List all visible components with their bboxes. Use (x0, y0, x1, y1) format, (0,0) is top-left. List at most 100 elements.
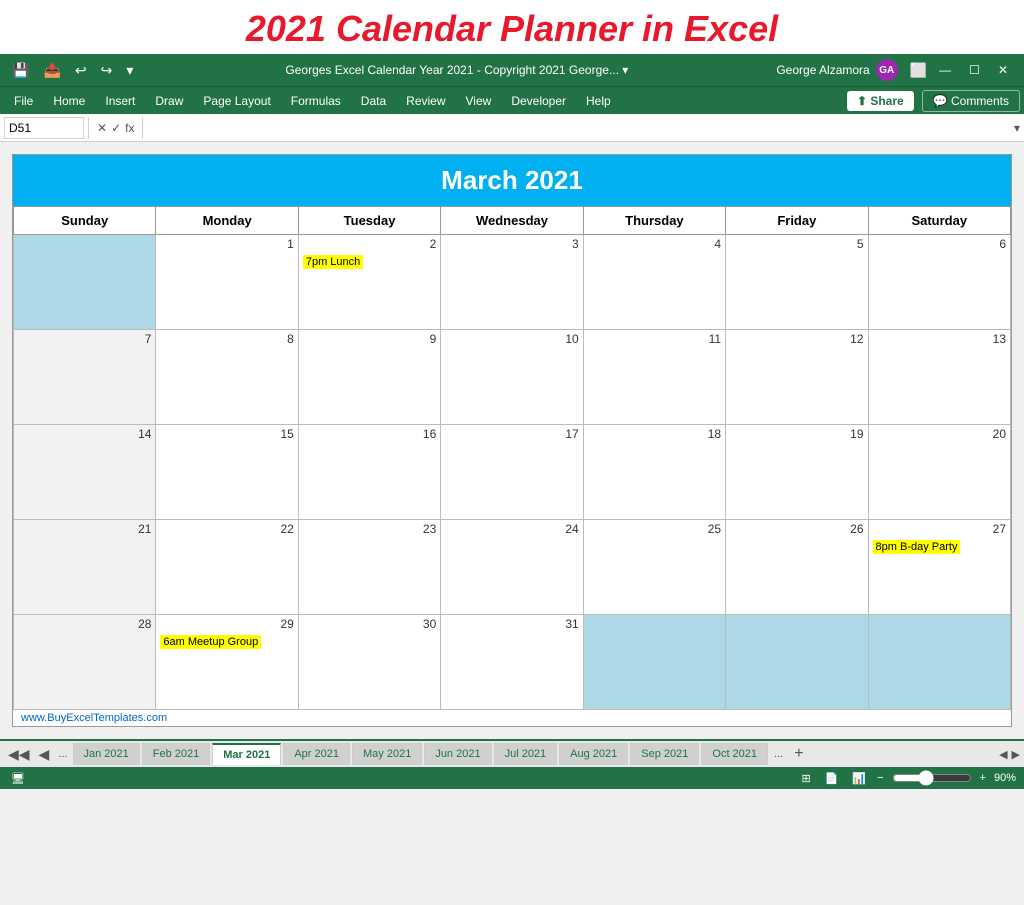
header-saturday: Saturday (868, 207, 1010, 235)
calendar-cell[interactable]: 30 (298, 615, 440, 710)
formula-cancel-icon[interactable]: ✕ (97, 121, 107, 135)
calendar-cell[interactable]: 26 (726, 520, 868, 615)
sheet-tab-sep-2021[interactable]: Sep 2021 (630, 743, 699, 765)
calendar-cell[interactable]: 28 (14, 615, 156, 710)
sheet-tab-jun-2021[interactable]: Jun 2021 (424, 743, 491, 765)
calendar-cell[interactable] (868, 615, 1010, 710)
formula-input[interactable] (147, 117, 1014, 139)
excel-menubar: File Home Insert Draw Page Layout Formul… (0, 86, 1024, 114)
maximize-button[interactable]: ☐ (961, 61, 988, 79)
menu-home[interactable]: Home (43, 90, 95, 112)
cell-reference-input[interactable] (4, 117, 84, 139)
calendar-cell[interactable]: 23 (298, 520, 440, 615)
calendar-cell[interactable]: 18 (583, 425, 725, 520)
menu-file[interactable]: File (4, 90, 43, 112)
calendar-cell[interactable] (583, 615, 725, 710)
calendar-cell[interactable]: 296am Meetup Group (156, 615, 298, 710)
comments-button[interactable]: 💬 Comments (922, 90, 1020, 112)
day-number: 23 (303, 522, 436, 538)
formula-expand-icon[interactable]: ▾ (1014, 121, 1020, 135)
sheet-tab-jan-2021[interactable]: Jan 2021 (73, 743, 140, 765)
calendar-cell[interactable]: 17 (441, 425, 583, 520)
menu-help[interactable]: Help (576, 90, 621, 112)
menu-view[interactable]: View (456, 90, 502, 112)
menu-draw[interactable]: Draw (145, 90, 193, 112)
menu-insert[interactable]: Insert (95, 90, 145, 112)
page-layout-view-icon[interactable]: 📄 (822, 772, 842, 785)
sheet-tab-mar-2021[interactable]: Mar 2021 (212, 743, 281, 765)
calendar-cell[interactable] (14, 235, 156, 330)
zoom-in-button[interactable]: + (980, 772, 986, 784)
page-break-view-icon[interactable]: 📊 (849, 772, 869, 785)
redo-icon[interactable]: ↪ (97, 60, 117, 81)
calendar-month-header: March 2021 (13, 155, 1011, 206)
calendar-cell[interactable]: 21 (14, 520, 156, 615)
formula-confirm-icon[interactable]: ✓ (111, 121, 121, 135)
minimize-button[interactable]: — (931, 61, 959, 79)
scroll-right-icon[interactable]: ▶ (1012, 748, 1020, 761)
user-avatar[interactable]: GA (876, 59, 898, 81)
sheet-nav-prev[interactable]: ◀ (35, 746, 54, 763)
calendar-cell[interactable]: 31 (441, 615, 583, 710)
calendar-cell[interactable]: 12 (726, 330, 868, 425)
calendar-event[interactable]: 6am Meetup Group (160, 635, 261, 649)
menu-data[interactable]: Data (351, 90, 396, 112)
calendar-cell[interactable]: 15 (156, 425, 298, 520)
zoom-out-button[interactable]: − (877, 772, 883, 784)
normal-view-icon[interactable]: ⊞ (798, 772, 813, 785)
sheet-tab-feb-2021[interactable]: Feb 2021 (142, 743, 210, 765)
calendar-cell[interactable]: 13 (868, 330, 1010, 425)
sheet-tab-oct-2021[interactable]: Oct 2021 (701, 743, 768, 765)
calendar-cell[interactable]: 6 (868, 235, 1010, 330)
calendar-cell[interactable]: 1 (156, 235, 298, 330)
add-sheet-button[interactable]: + (788, 745, 809, 763)
calendar-cell[interactable]: 22 (156, 520, 298, 615)
calendar-cell[interactable]: 14 (14, 425, 156, 520)
autosave-icon[interactable]: 📤 (39, 60, 64, 81)
calendar-cell[interactable]: 19 (726, 425, 868, 520)
sheet-tab-aug-2021[interactable]: Aug 2021 (559, 743, 628, 765)
menu-formulas[interactable]: Formulas (281, 90, 351, 112)
status-ready-icon: 🖥 (8, 772, 28, 785)
statusbar-left: 🖥 (8, 772, 28, 785)
calendar-cell[interactable]: 3 (441, 235, 583, 330)
calendar-cell[interactable]: 27 8pm B-day Party (868, 520, 1010, 615)
calendar-cell[interactable]: 16 (298, 425, 440, 520)
save-icon[interactable]: 💾 (8, 60, 33, 81)
menu-developer[interactable]: Developer (501, 90, 576, 112)
day-number: 19 (730, 427, 863, 443)
calendar-cell[interactable]: 4 (583, 235, 725, 330)
day-number: 12 (730, 332, 863, 348)
menu-pagelayout[interactable]: Page Layout (193, 90, 280, 112)
calendar-cell[interactable]: 27pm Lunch (298, 235, 440, 330)
close-button[interactable]: ✕ (990, 61, 1016, 79)
website-link[interactable]: www.BuyExcelTemplates.com (13, 710, 1011, 726)
day-number: 27 (873, 522, 1006, 538)
sheet-tab-may-2021[interactable]: May 2021 (352, 743, 422, 765)
sheet-tab-apr-2021[interactable]: Apr 2021 (283, 743, 350, 765)
calendar-cell[interactable]: 25 (583, 520, 725, 615)
menubar-right: ⬆ Share 💬 Comments (847, 90, 1020, 112)
calendar-cell[interactable]: 10 (441, 330, 583, 425)
calendar-cell[interactable]: 5 (726, 235, 868, 330)
calendar-cell[interactable]: 11 (583, 330, 725, 425)
share-button[interactable]: ⬆ Share (847, 91, 914, 111)
customize-icon[interactable]: ▾ (122, 60, 137, 81)
formula-fx-icon[interactable]: fx (125, 121, 134, 135)
undo-icon[interactable]: ↩ (71, 60, 91, 81)
ribbon-display-icon[interactable]: ⬜ (906, 60, 931, 81)
menu-review[interactable]: Review (396, 90, 455, 112)
day-number: 8 (160, 332, 293, 348)
sheet-tab-jul-2021[interactable]: Jul 2021 (494, 743, 558, 765)
calendar-cell[interactable]: 8 (156, 330, 298, 425)
calendar-cell[interactable]: 7 (14, 330, 156, 425)
calendar-cell[interactable]: 20 (868, 425, 1010, 520)
calendar-cell[interactable] (726, 615, 868, 710)
calendar-event[interactable]: 7pm Lunch (303, 255, 363, 269)
sheet-nav-first[interactable]: ◀◀ (4, 746, 34, 763)
scroll-left-icon[interactable]: ◀ (999, 748, 1007, 761)
zoom-slider[interactable] (892, 770, 972, 786)
calendar-event[interactable]: 8pm B-day Party (873, 540, 961, 554)
calendar-cell[interactable]: 9 (298, 330, 440, 425)
calendar-cell[interactable]: 24 (441, 520, 583, 615)
